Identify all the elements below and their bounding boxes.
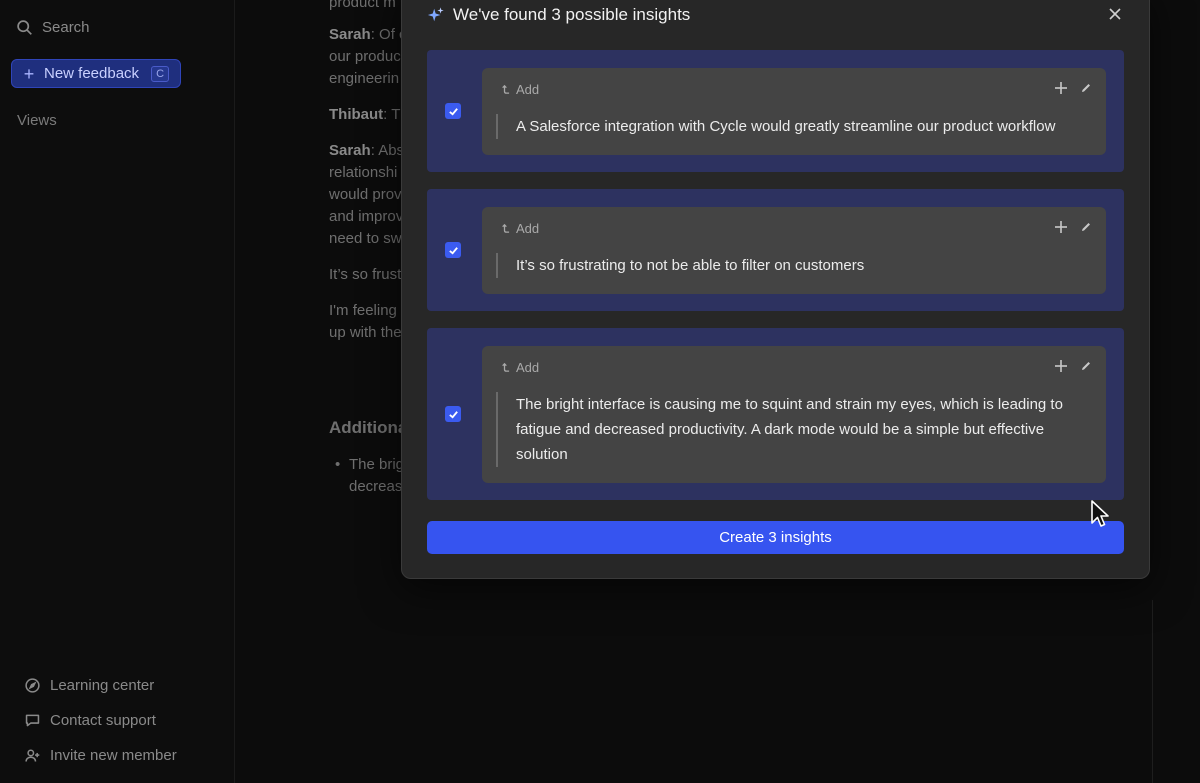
insight-row: Add A Salesforce integration with Cycle …	[427, 50, 1124, 172]
plus-icon: +	[23, 63, 35, 84]
search-icon	[17, 19, 32, 35]
pencil-icon	[1082, 362, 1090, 370]
invite-member-link[interactable]: Invite new member	[24, 744, 177, 766]
card-actions	[1054, 359, 1092, 373]
insight-text[interactable]: A Salesforce integration with Cycle woul…	[496, 114, 1088, 139]
add-parent-button[interactable]: Add	[499, 221, 539, 236]
return-arrow-icon	[502, 84, 510, 94]
insight-row: Add It’s so frustrating to not be able t…	[427, 189, 1124, 311]
insight-card: Add The bright interface is causing me t…	[482, 346, 1106, 483]
doc-bullet: The brig	[329, 454, 404, 476]
insight-checkbox[interactable]	[445, 103, 461, 119]
bottom-nav: Learning center Contact support Invite n…	[24, 674, 177, 779]
add-button[interactable]	[1054, 81, 1068, 95]
shortcut-badge: C	[151, 65, 170, 82]
user-plus-icon	[25, 748, 40, 762]
doc-line: relationshi	[329, 164, 398, 181]
modal-header: We've found 3 possible insights	[427, 5, 690, 25]
add-button[interactable]	[1054, 359, 1068, 373]
speaker-name: Sarah	[329, 142, 371, 159]
modal-title: We've found 3 possible insights	[453, 5, 691, 24]
insight-text[interactable]: The bright interface is causing me to sq…	[496, 392, 1088, 467]
mouse-cursor-icon	[1091, 500, 1109, 527]
search-label: Search	[42, 18, 90, 36]
add-label: Add	[516, 221, 540, 236]
close-icon	[1109, 8, 1121, 20]
doc-heading: Additiona	[329, 418, 408, 437]
new-feedback-button[interactable]: + New feedback C	[11, 59, 181, 88]
plus-icon	[1055, 221, 1067, 233]
learning-center-link[interactable]: Learning center	[24, 674, 177, 696]
add-parent-button[interactable]: Add	[499, 360, 539, 375]
card-actions	[1054, 81, 1092, 95]
return-arrow-icon	[502, 223, 510, 233]
learning-center-label: Learning center	[50, 676, 155, 694]
edit-button[interactable]	[1080, 221, 1092, 233]
new-feedback-label: New feedback	[44, 65, 140, 82]
insight-text[interactable]: It’s so frustrating to not be able to fi…	[496, 253, 1088, 278]
speaker-name: Thibaut	[329, 106, 384, 123]
close-button[interactable]	[1106, 5, 1124, 23]
doc-line: I'm feeling	[329, 302, 397, 319]
create-insights-button[interactable]: Create 3 insights	[427, 521, 1124, 554]
doc-line: engineerin	[329, 70, 400, 87]
views-section-label: Views	[17, 112, 57, 129]
sidebar: Search + New feedback C Views Learning c…	[0, 0, 235, 783]
contact-support-link[interactable]: Contact support	[24, 709, 177, 731]
doc-line: our produc	[329, 48, 401, 65]
insights-modal: We've found 3 possible insights Add A Sa…	[401, 0, 1150, 579]
doc-paragraph: Sarah: Of c	[329, 24, 407, 46]
add-parent-button[interactable]: Add	[499, 82, 539, 97]
contact-support-label: Contact support	[50, 711, 156, 729]
insight-row: Add The bright interface is causing me t…	[427, 328, 1124, 500]
edit-button[interactable]	[1080, 82, 1092, 94]
doc-paragraph: Sarah: Abs	[329, 140, 404, 162]
doc-line: product m	[329, 0, 396, 11]
doc-line: It’s so frust	[329, 266, 402, 283]
check-icon	[448, 246, 458, 255]
doc-line: would prov	[329, 186, 402, 203]
return-arrow-icon	[502, 362, 510, 372]
check-icon	[448, 107, 458, 116]
edit-button[interactable]	[1080, 360, 1092, 372]
add-label: Add	[516, 82, 540, 97]
doc-text: : Abs	[370, 142, 405, 159]
pencil-icon	[1082, 84, 1090, 92]
doc-text: : T	[383, 106, 401, 123]
doc-line: need to sw	[329, 230, 402, 247]
insight-checkbox[interactable]	[445, 406, 461, 422]
insight-checkbox[interactable]	[445, 242, 461, 258]
speaker-name: Sarah	[329, 26, 371, 43]
doc-line: and improv	[329, 208, 404, 225]
add-button[interactable]	[1054, 220, 1068, 234]
chat-bubble-icon	[25, 714, 40, 726]
search-button[interactable]: Search	[16, 16, 90, 38]
sparkles-icon	[427, 7, 444, 22]
plus-icon	[1055, 360, 1067, 372]
insight-card: Add A Salesforce integration with Cycle …	[482, 68, 1106, 155]
doc-line: up with the	[329, 324, 402, 341]
insight-card: Add It’s so frustrating to not be able t…	[482, 207, 1106, 294]
divider	[1152, 600, 1153, 783]
doc-paragraph: Thibaut: T	[329, 104, 400, 126]
invite-member-label: Invite new member	[50, 746, 177, 764]
card-actions	[1054, 220, 1092, 234]
compass-icon	[25, 677, 40, 693]
add-label: Add	[516, 360, 540, 375]
plus-icon	[1055, 82, 1067, 94]
check-icon	[448, 410, 458, 419]
pencil-icon	[1082, 223, 1090, 231]
doc-line: decreas	[349, 478, 403, 495]
